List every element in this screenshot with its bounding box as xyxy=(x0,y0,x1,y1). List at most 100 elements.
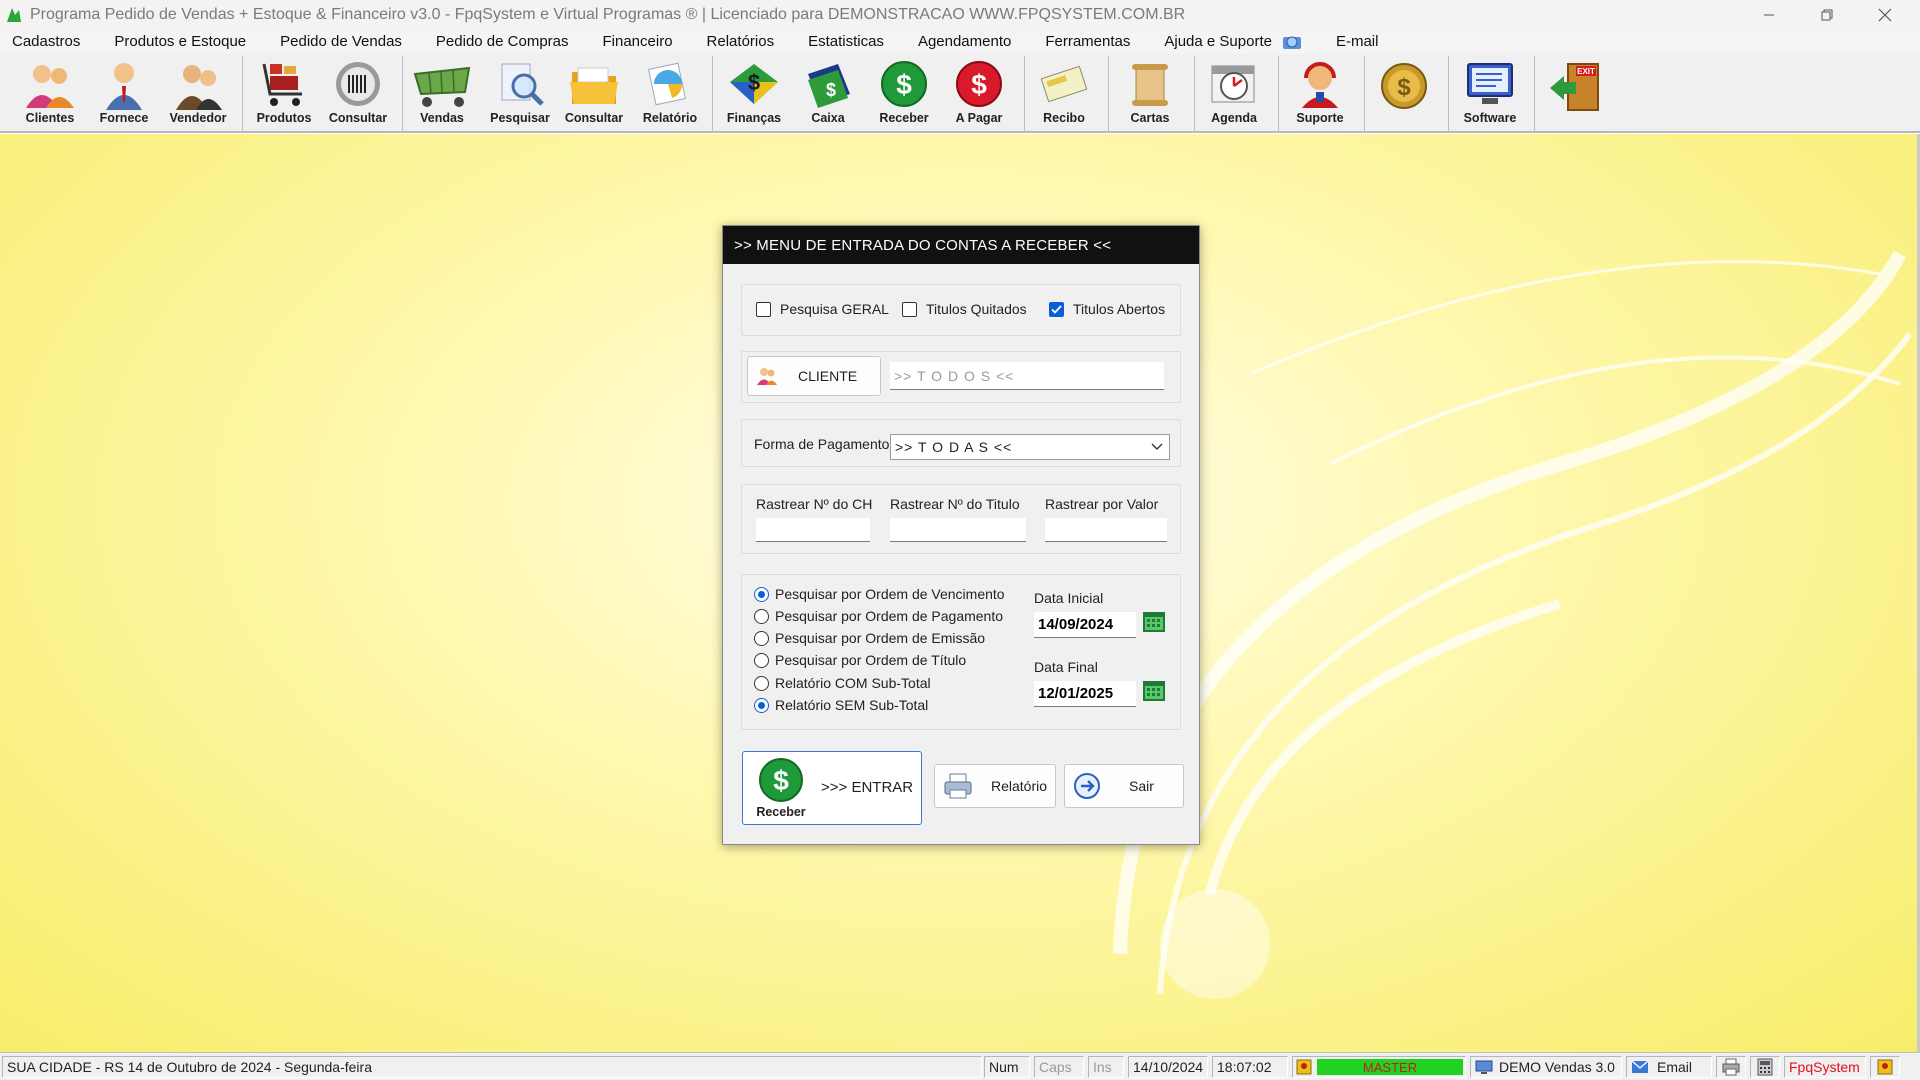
calendar-icon[interactable] xyxy=(1142,610,1166,634)
toolbar-exit-button[interactable]: EXIT xyxy=(1540,58,1612,130)
sair-button[interactable]: Sair xyxy=(1064,764,1184,808)
relatorio-com-subtotal-radio[interactable]: Relatório COM Sub-Total xyxy=(754,675,931,691)
chevron-down-icon xyxy=(1151,443,1163,450)
toolbar-fornece-label: Fornece xyxy=(99,111,149,125)
menu-bar: Cadastros Produtos e Estoque Pedido de V… xyxy=(0,29,1920,54)
toolbar-cartas-button[interactable]: Cartas xyxy=(1114,58,1186,130)
ordem-pagamento-radio[interactable]: Pesquisar por Ordem de Pagamento xyxy=(754,608,1003,624)
relatorio-sem-subtotal-label: Relatório SEM Sub-Total xyxy=(775,697,929,713)
ordem-vencimento-radio[interactable]: Pesquisar por Ordem de Vencimento xyxy=(754,586,1005,602)
status-brand: FpqSystem xyxy=(1784,1056,1866,1078)
rastrear-ch-label: Rastrear Nº do CH xyxy=(756,496,873,512)
menu-pedido-compras[interactable]: Pedido de Compras xyxy=(436,33,569,50)
toolbar-vendedor-label: Vendedor xyxy=(169,111,227,125)
toolbar: Clientes Fornece Vendedor Produtos Consu… xyxy=(0,54,1920,133)
ordem-titulo-radio[interactable]: Pesquisar por Ordem de Título xyxy=(754,652,966,668)
menu-agendamento[interactable]: Agendamento xyxy=(918,33,1011,50)
status-email-button[interactable]: Email xyxy=(1626,1056,1712,1078)
svg-text:$: $ xyxy=(826,80,836,100)
toolbar-suporte-button[interactable]: Suporte xyxy=(1284,58,1356,130)
receber-icon-label: Receber xyxy=(756,805,806,819)
svg-text:$: $ xyxy=(773,765,789,796)
status-calculator-button[interactable] xyxy=(1750,1056,1780,1078)
calendar-icon[interactable] xyxy=(1142,679,1166,703)
status-num: Num xyxy=(984,1056,1030,1078)
master-badge: MASTER xyxy=(1317,1059,1463,1075)
toolbar-consultar-produtos-button[interactable]: Consultar xyxy=(322,58,394,130)
support-agent-icon xyxy=(1302,62,1338,108)
toolbar-agenda-button[interactable]: Agenda xyxy=(1198,58,1270,130)
toolbar-produtos-button[interactable]: Produtos xyxy=(248,58,320,130)
status-caps: Caps xyxy=(1034,1056,1084,1078)
toolbar-consultar-button[interactable]: Consultar xyxy=(558,58,630,130)
toolbar-receber-button[interactable]: $ Receber xyxy=(868,58,940,130)
toolbar-software-button[interactable]: Software xyxy=(1454,58,1526,130)
svg-text:$: $ xyxy=(748,70,760,95)
checkbox-box xyxy=(756,301,771,317)
relatorio-button[interactable]: Relatório xyxy=(934,764,1056,808)
titulos-abertos-checkbox[interactable]: Titulos Abertos xyxy=(1049,301,1165,317)
toolbar-recibo-button[interactable]: Recibo xyxy=(1028,58,1100,130)
toolbar-vendedor-button[interactable]: Vendedor xyxy=(162,58,234,130)
entrar-button[interactable]: $ Receber >>> ENTRAR xyxy=(742,751,922,825)
toolbar-relatorio-button[interactable]: Relatório xyxy=(634,58,706,130)
sair-button-label: Sair xyxy=(1129,778,1154,794)
forma-pagamento-value: >> T O D A S << xyxy=(895,439,1013,455)
forma-pagamento-select[interactable]: >> T O D A S << xyxy=(890,434,1170,460)
toolbar-coin-button[interactable]: $ xyxy=(1368,58,1440,130)
contas-receber-dialog: >> MENU DE ENTRADA DO CONTAS A RECEBER <… xyxy=(722,225,1200,845)
toolbar-caixa-button[interactable]: $ Caixa xyxy=(792,58,864,130)
menu-cadastros[interactable]: Cadastros xyxy=(12,33,80,50)
cliente-button[interactable]: CLIENTE xyxy=(747,356,881,396)
radio-dot xyxy=(754,675,769,691)
status-bar: SUA CIDADE - RS 14 de Outubro de 2024 - … xyxy=(0,1052,1920,1080)
rastrear-titulo-input[interactable] xyxy=(890,518,1026,542)
toolbar-pesquisar-button[interactable]: Pesquisar xyxy=(484,58,556,130)
ordem-emissao-radio[interactable]: Pesquisar por Ordem de Emissão xyxy=(754,630,985,646)
toolbar-apagar-button[interactable]: $ A Pagar xyxy=(943,58,1015,130)
rastrear-group: Rastrear Nº do CH Rastrear Nº do Titulo … xyxy=(741,484,1181,554)
pesquisa-geral-checkbox[interactable]: Pesquisa GERAL xyxy=(756,301,889,317)
menu-estatisticas[interactable]: Estatisticas xyxy=(808,33,884,50)
status-key-button[interactable] xyxy=(1870,1056,1900,1078)
menu-ajuda-suporte[interactable]: Ajuda e Suporte xyxy=(1164,33,1272,50)
receipt-icon xyxy=(1040,65,1088,103)
toolbar-apagar-label: A Pagar xyxy=(955,111,1003,125)
globe-icon[interactable] xyxy=(1282,33,1302,51)
toolbar-clientes-button[interactable]: Clientes xyxy=(14,58,86,130)
exit-door-icon: EXIT xyxy=(1550,63,1599,111)
calculator-icon xyxy=(1757,1058,1773,1076)
data-inicial-input[interactable] xyxy=(1034,612,1136,638)
status-ins: Ins xyxy=(1088,1056,1124,1078)
toolbar-vendas-button[interactable]: Vendas xyxy=(406,58,478,130)
cliente-field[interactable]: >> T O D O S << xyxy=(890,362,1164,390)
minimize-button[interactable] xyxy=(1740,0,1798,29)
menu-ferramentas[interactable]: Ferramentas xyxy=(1045,33,1130,50)
rastrear-valor-input[interactable] xyxy=(1045,518,1167,542)
menu-email[interactable]: E-mail xyxy=(1336,33,1379,50)
toolbar-caixa-label: Caixa xyxy=(811,111,845,125)
window-title: Programa Pedido de Vendas + Estoque & Fi… xyxy=(30,5,1186,23)
toolbar-recibo-label: Recibo xyxy=(1043,111,1085,125)
status-location: SUA CIDADE - RS 14 de Outubro de 2024 - … xyxy=(2,1056,982,1078)
menu-pedido-vendas[interactable]: Pedido de Vendas xyxy=(280,33,402,50)
toolbar-fornece-button[interactable]: Fornece xyxy=(88,58,160,130)
menu-produtos-estoque[interactable]: Produtos e Estoque xyxy=(114,33,246,50)
status-time: 18:07:02 xyxy=(1212,1056,1288,1078)
titulos-quitados-checkbox[interactable]: Titulos Quitados xyxy=(902,301,1027,317)
menu-relatorios[interactable]: Relatórios xyxy=(707,33,775,50)
restore-button[interactable] xyxy=(1798,0,1856,29)
clientes-icon xyxy=(26,65,74,108)
relatorio-sem-subtotal-radio[interactable]: Relatório SEM Sub-Total xyxy=(754,697,928,713)
rastrear-ch-input[interactable] xyxy=(756,518,870,542)
toolbar-separator xyxy=(1448,56,1449,132)
toolbar-consultar1-label: Consultar xyxy=(328,111,388,125)
menu-financeiro[interactable]: Financeiro xyxy=(603,33,673,50)
data-final-input[interactable] xyxy=(1034,681,1136,707)
toolbar-separator xyxy=(1364,56,1365,132)
toolbar-financas-button[interactable]: $ Finanças xyxy=(718,58,790,130)
close-button[interactable] xyxy=(1856,0,1914,29)
status-printer-button[interactable] xyxy=(1716,1056,1746,1078)
relatorio-button-label: Relatório xyxy=(991,778,1048,794)
agenda-clock-icon xyxy=(1211,65,1255,103)
